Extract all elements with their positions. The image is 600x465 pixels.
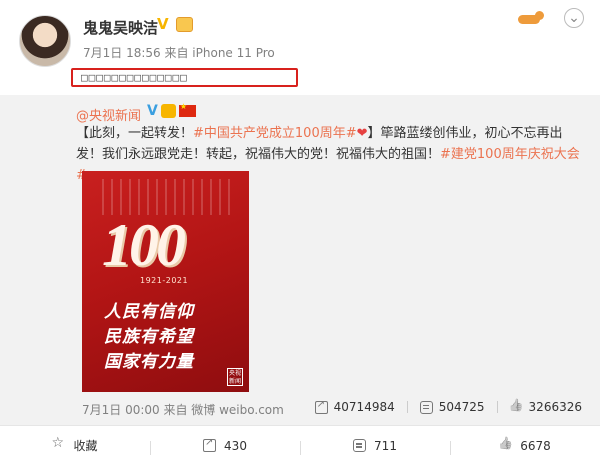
verified-icon: V: [157, 15, 169, 33]
share-icon: [314, 399, 328, 414]
repost-card[interactable]: @央视新闻 V 【此刻，一起转发！#中国共产党成立100周年#❤】筚路蓝缕创伟业…: [0, 95, 600, 425]
like-icon: [499, 439, 512, 452]
china-flag-icon: [178, 102, 196, 117]
repost-like-stat[interactable]: 3266326: [510, 400, 582, 414]
post-meta: 7月1日 18:56 来自 iPhone 11 Pro: [83, 46, 275, 60]
highlighted-post-text: □□□□□□□□□□□□□□: [71, 68, 298, 87]
poster-years: 1921-2021: [140, 276, 189, 285]
divider: [406, 401, 408, 413]
favorite-button[interactable]: 收藏: [0, 435, 150, 454]
pet-icon[interactable]: [518, 11, 544, 25]
heart-icon: ❤: [356, 126, 368, 141]
poster-slogan: 人民有信仰: [104, 302, 194, 322]
star-icon: [51, 435, 65, 452]
comment-icon: [419, 400, 433, 414]
action-bar: 收藏 430 711 6678: [0, 425, 600, 465]
divider: [496, 401, 498, 413]
avatar[interactable]: [19, 15, 71, 67]
repost-username[interactable]: @央视新闻: [76, 105, 141, 124]
post-text: □□□□□□□□□□□□□□: [81, 71, 188, 84]
comment-count: 504725: [438, 400, 485, 414]
favorite-label: 收藏: [73, 439, 98, 453]
comment-count: 711: [374, 438, 397, 453]
repost-share-stat[interactable]: 40714984: [314, 399, 395, 414]
repost-text-intro: 【此刻，一起转发！: [76, 126, 194, 141]
repost-comment-stat[interactable]: 504725: [419, 400, 485, 414]
member-medal-icon: [160, 104, 176, 118]
chevron-down-icon[interactable]: ⌄: [564, 8, 584, 28]
hashtag-link[interactable]: #中国共产党成立100周年#: [193, 126, 357, 141]
repost-stats: 40714984 504725 3266326: [314, 399, 582, 414]
repost-button[interactable]: 430: [150, 437, 300, 455]
poster-decoration: [102, 179, 232, 215]
repost-meta: 7月1日 00:00 来自 微博 weibo.com: [82, 403, 284, 417]
member-medal-icon: [176, 17, 193, 32]
poster-slogan: 国家有力量: [104, 352, 194, 372]
share-count: 40714984: [333, 400, 395, 414]
like-icon: [510, 401, 523, 414]
verified-icon: V: [147, 103, 158, 119]
poster-number: 100: [102, 212, 186, 278]
poster-image[interactable]: 100 1921-2021 人民有信仰 民族有希望 国家有力量 央视新闻: [82, 171, 249, 392]
share-icon: [203, 437, 217, 452]
like-button[interactable]: 6678: [450, 438, 600, 455]
comment-icon: [353, 439, 367, 452]
repost-count: 430: [224, 438, 247, 453]
comment-button[interactable]: 711: [300, 438, 450, 455]
poster-slogan: 民族有希望: [104, 327, 194, 347]
post-username[interactable]: 鬼鬼吴映洁: [83, 17, 158, 38]
cctv-logo: 央视新闻: [227, 368, 243, 386]
repost-badges: V: [147, 102, 196, 119]
like-count: 6678: [520, 438, 551, 453]
top-right-icons: ⌄: [518, 8, 584, 28]
like-count: 3266326: [528, 400, 582, 414]
